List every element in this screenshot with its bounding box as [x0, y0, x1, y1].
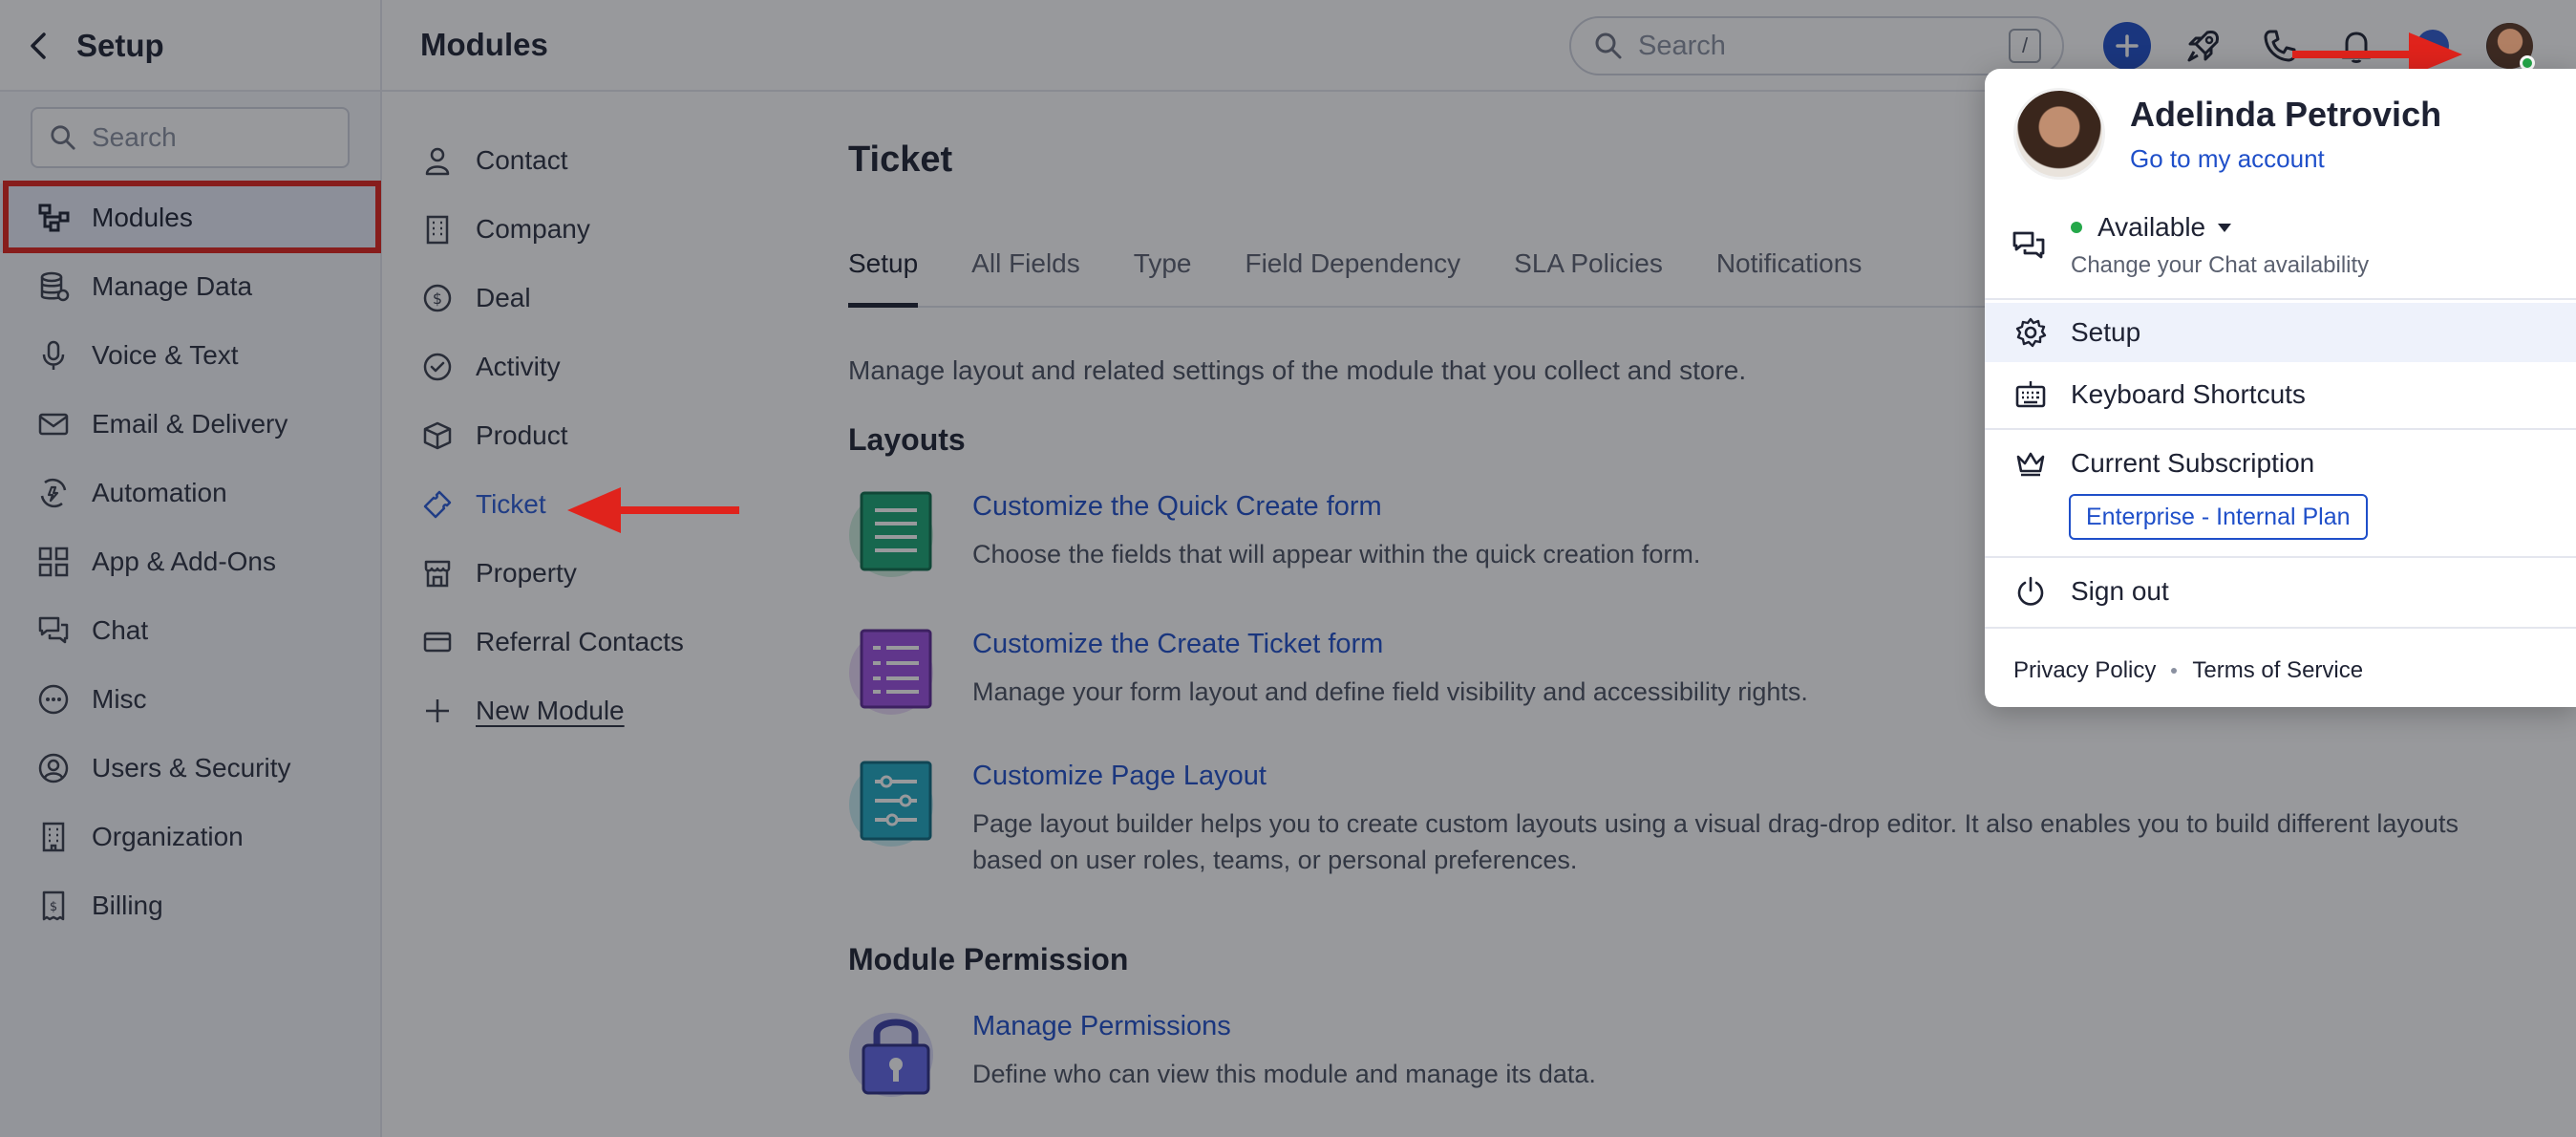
caret-down-icon — [2218, 224, 2232, 232]
crown-icon — [2013, 446, 2048, 481]
menu-divider — [1985, 627, 2576, 629]
plan-badge[interactable]: Enterprise - Internal Plan — [2069, 494, 2368, 540]
menu-item-sign-out[interactable]: Sign out — [1985, 562, 2576, 621]
profile-avatar-button[interactable] — [2487, 23, 2535, 71]
ticket-annotation-arrow — [567, 487, 739, 533]
keyboard-icon — [2013, 377, 2048, 412]
menu-item-keyboard-shortcuts[interactable]: Keyboard Shortcuts — [1985, 365, 2576, 424]
footer-separator — [2171, 668, 2178, 674]
menu-item-current-subscription: Current Subscription — [1985, 434, 2576, 493]
availability-status[interactable]: Available — [2097, 212, 2205, 243]
menu-item-label: Keyboard Shortcuts — [2071, 379, 2306, 409]
menu-item-label: Setup — [2071, 317, 2141, 347]
profile-header: Adelinda Petrovich Go to my account — [2013, 88, 2441, 180]
profile-menu: Adelinda Petrovich Go to my account Avai… — [1985, 69, 2576, 707]
chat-bubbles-icon — [2012, 229, 2048, 266]
profile-avatar — [2013, 88, 2105, 180]
go-to-account-link[interactable]: Go to my account — [2130, 144, 2441, 174]
power-icon — [2013, 574, 2048, 609]
avatar — [2487, 23, 2535, 71]
menu-footer: Privacy Policy Terms of Service — [2013, 657, 2363, 684]
menu-divider — [1985, 428, 2576, 430]
menu-item-setup[interactable]: Setup — [1985, 303, 2576, 362]
chat-availability[interactable]: Available Change your Chat availability — [2012, 212, 2369, 279]
profile-name: Adelinda Petrovich — [2130, 94, 2442, 134]
menu-item-label: Current Subscription — [2071, 448, 2315, 478]
terms-of-service-link[interactable]: Terms of Service — [2192, 657, 2363, 684]
gear-icon — [2013, 315, 2048, 350]
menu-divider — [1985, 298, 2576, 300]
menu-divider — [1985, 556, 2576, 558]
menu-item-label: Sign out — [2071, 576, 2169, 606]
availability-hint: Change your Chat availability — [2071, 252, 2370, 278]
available-status-dot — [2071, 222, 2082, 233]
privacy-policy-link[interactable]: Privacy Policy — [2013, 657, 2156, 684]
